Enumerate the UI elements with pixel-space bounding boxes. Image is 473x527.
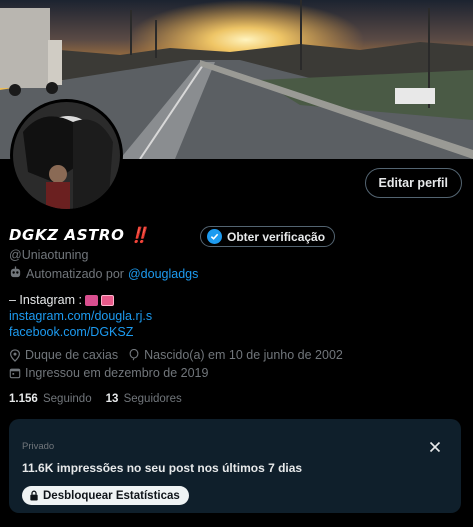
impressions-card: Privado 11.6K impressões no seu post nos…	[9, 419, 461, 513]
edit-profile-button[interactable]: Editar perfil	[364, 168, 462, 198]
handle: @Uniaotuning	[9, 248, 89, 262]
close-icon[interactable]	[427, 439, 443, 455]
bio: – Instagram : instagram.com/dougla.rj.s …	[9, 292, 152, 340]
verified-badge-icon	[207, 229, 222, 244]
instagram-link[interactable]: instagram.com/dougla.rj.s	[9, 308, 152, 324]
automated-by-link[interactable]: @dougladgs	[128, 267, 198, 281]
balloon-icon	[129, 349, 139, 361]
followers-label: Seguidores	[123, 393, 182, 405]
facebook-link[interactable]: facebook.com/DGKSZ	[9, 324, 152, 340]
automated-label: Automatizado por	[26, 267, 124, 281]
bot-icon	[9, 266, 22, 282]
lock-icon	[30, 490, 38, 501]
joined-row: Ingressou em dezembro de 2019	[9, 366, 218, 380]
unlock-stats-button[interactable]: Desbloquear Estatísticas	[22, 486, 189, 505]
unlock-stats-label: Desbloquear Estatísticas	[43, 489, 180, 502]
name-row: 𝘿𝙂𝙆𝙕 𝘼𝙎𝙏𝙍𝙊 ‼️	[9, 226, 150, 244]
birthday-text: Nascido(a) em 10 de junho de 2002	[144, 348, 343, 362]
avatar[interactable]	[10, 99, 123, 212]
bio-line: – Instagram :	[9, 293, 82, 307]
birthday: Nascido(a) em 10 de junho de 2002	[128, 348, 343, 362]
impressions-text: 11.6K impressões no seu post nos últimos…	[22, 461, 303, 475]
get-verified-button[interactable]: Obter verificação	[200, 226, 336, 247]
following-label: Seguindo	[42, 393, 92, 405]
location: Duque de caxias	[9, 348, 118, 362]
following-link[interactable]: 1.156 Seguindo	[9, 393, 92, 405]
joined: Ingressou em dezembro de 2019	[9, 366, 208, 380]
automated-row: Automatizado por @dougladgs	[9, 266, 198, 282]
get-verified-label: Obter verificação	[227, 229, 326, 244]
private-label: Privado	[22, 441, 55, 452]
display-name: 𝘿𝙂𝙆𝙕 𝘼𝙎𝙏𝙍𝙊 ‼️	[9, 226, 150, 244]
joined-text: Ingressou em dezembro de 2019	[25, 366, 209, 380]
followers-link[interactable]: 13 Seguidores	[106, 393, 182, 405]
avatar-photo	[13, 102, 120, 209]
followers-count: 13	[105, 393, 119, 405]
following-count: 1.156	[9, 393, 38, 405]
profile-meta: Duque de caxias Nascido(a) em 10 de junh…	[9, 348, 353, 362]
location-pin-icon	[10, 348, 20, 362]
follow-stats: 1.156 Seguindo 13 Seguidores	[9, 393, 182, 405]
location-text: Duque de caxias	[25, 348, 119, 362]
love-letter-emoji-icon	[100, 294, 114, 306]
calendar-icon	[9, 368, 21, 379]
party-emoji-icon	[84, 294, 98, 306]
